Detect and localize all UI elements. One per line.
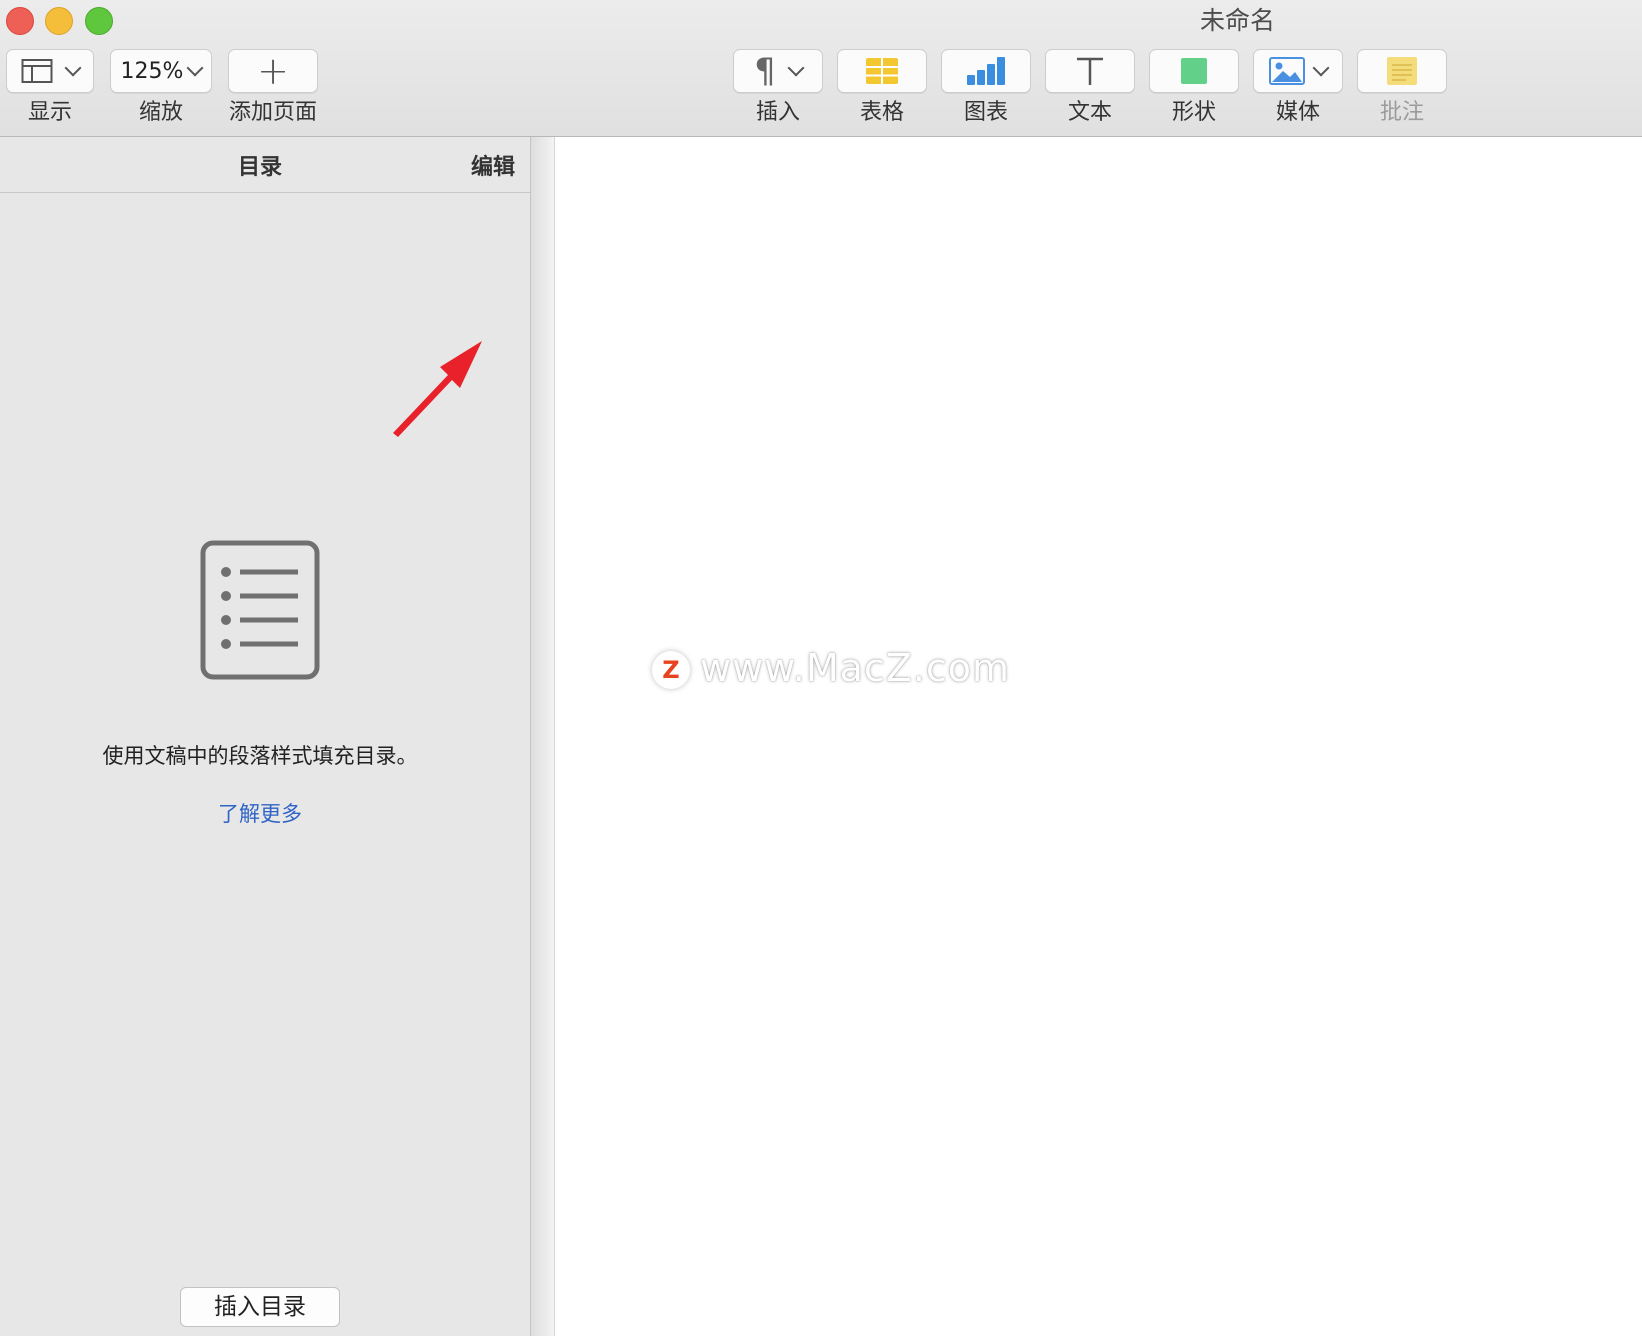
- sidebar-header: 目录 编辑: [0, 137, 530, 193]
- shape-label: 形状: [1171, 100, 1216, 125]
- zoom-window-button[interactable]: [85, 7, 113, 35]
- text-label: 文本: [1067, 100, 1112, 125]
- toc-list-icon: [200, 540, 320, 680]
- chart-label: 图表: [963, 100, 1008, 125]
- sidebar-title: 目录: [237, 155, 282, 180]
- chevron-down-icon: [1312, 59, 1330, 77]
- plus-icon: +: [257, 49, 289, 93]
- learn-more-link[interactable]: 了解更多: [0, 798, 520, 828]
- insert-button[interactable]: ¶: [733, 49, 823, 93]
- chevron-down-icon: [186, 59, 204, 77]
- text-button[interactable]: [1045, 49, 1135, 93]
- pilcrow-icon: ¶: [754, 51, 776, 91]
- minimize-window-button[interactable]: [45, 7, 73, 35]
- media-icon: [1269, 57, 1305, 85]
- close-window-button[interactable]: [6, 7, 34, 35]
- table-label: 表格: [859, 100, 904, 125]
- media-button[interactable]: [1253, 49, 1343, 93]
- red-arrow-annotation: [393, 341, 482, 437]
- media-label: 媒体: [1275, 100, 1320, 125]
- zoom-value: 125%: [120, 58, 184, 84]
- sidebar-view-icon: [21, 59, 53, 83]
- table-icon: [866, 58, 898, 84]
- chart-button[interactable]: [941, 49, 1031, 93]
- shape-button[interactable]: [1149, 49, 1239, 93]
- chevron-down-icon: [787, 59, 805, 77]
- table-button[interactable]: [837, 49, 927, 93]
- toolbar: 未命名 显示 125% 缩放 + 添加页面 ¶ 插入 表格 图表 文本 形状 媒…: [0, 0, 1642, 137]
- add-page-button[interactable]: +: [228, 49, 318, 93]
- chevron-down-icon: [64, 59, 82, 77]
- comment-icon: [1387, 57, 1417, 85]
- edit-button[interactable]: 编辑: [471, 149, 515, 181]
- canvas-gutter: [531, 137, 555, 1336]
- insert-toc-button[interactable]: 插入目录: [180, 1287, 340, 1327]
- chart-icon: [967, 57, 1005, 85]
- shape-icon: [1181, 58, 1207, 84]
- add-page-label: 添加页面: [228, 100, 317, 125]
- document-page[interactable]: [555, 137, 1642, 1336]
- insert-label: 插入: [755, 100, 800, 125]
- zoom-select[interactable]: 125%: [110, 49, 212, 93]
- comment-button[interactable]: [1357, 49, 1447, 93]
- text-icon: [1077, 57, 1103, 85]
- toc-sidebar: 目录 编辑 使用文稿中的段落样式填充目录。 了解更多 插入目录: [0, 137, 531, 1336]
- zoom-label: 缩放: [138, 100, 183, 125]
- view-label: 显示: [27, 100, 72, 125]
- view-button[interactable]: [6, 49, 94, 93]
- watermark-text: www.MacZ.com: [700, 646, 1011, 690]
- window-title: 未命名: [1200, 6, 1276, 35]
- empty-toc-message: 使用文稿中的段落样式填充目录。: [102, 744, 418, 768]
- comment-label: 批注: [1379, 100, 1424, 125]
- watermark-logo: Z: [652, 651, 690, 689]
